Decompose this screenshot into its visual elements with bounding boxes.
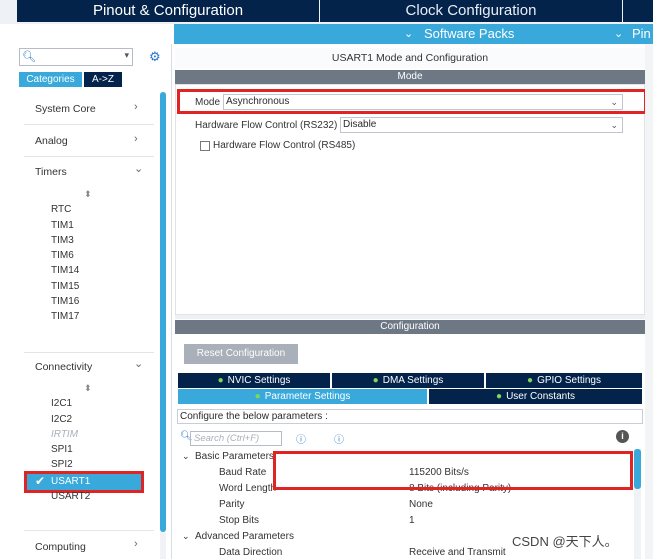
software-packs-label[interactable]: Software Packs <box>424 24 514 44</box>
watermark: CSDN @天下人。 <box>512 534 618 549</box>
hw-flow-rs485-checkbox[interactable] <box>200 141 210 151</box>
sidebar-scrollbar-thumb[interactable] <box>160 92 166 532</box>
search-icon: 🔍︎ <box>22 51 36 63</box>
tab-categories[interactable]: Categories <box>19 72 82 87</box>
param-name-word-length: Word Length <box>219 483 277 494</box>
check-circle-icon: ● <box>254 391 261 402</box>
param-name-baud-rate: Baud Rate <box>219 467 267 478</box>
gear-icon[interactable]: ⚙ <box>149 49 161 65</box>
highlight-box-baud-rate <box>273 451 633 490</box>
category-system-core[interactable]: System Core <box>35 103 96 115</box>
sort-icon[interactable]: ⬍ <box>84 189 92 200</box>
expand-all-icon[interactable]: ⓘ <box>296 431 306 446</box>
hw-flow-rs232-value: Disable <box>343 119 377 130</box>
list-item-tim3[interactable]: TIM3 <box>51 235 74 246</box>
list-item-tim6[interactable]: TIM6 <box>51 250 74 261</box>
tab-pinout-partial[interactable] <box>623 0 653 22</box>
basic-parameters-group[interactable]: Basic Parameters <box>195 451 274 462</box>
advanced-parameters-group[interactable]: Advanced Parameters <box>195 531 294 542</box>
hw-flow-rs232-label: Hardware Flow Control (RS232) <box>195 120 338 131</box>
param-name-data-direction: Data Direction <box>219 547 283 558</box>
param-value-parity[interactable]: None <box>409 499 433 510</box>
category-computing[interactable]: Computing <box>35 541 86 553</box>
pinout-menu-label[interactable]: Pin <box>632 24 651 44</box>
check-circle-icon: ● <box>527 375 534 386</box>
list-item-usart2[interactable]: USART2 <box>51 491 90 502</box>
page-title: USART1 Mode and Configuration <box>175 48 645 68</box>
chevron-down-icon: ⌄ <box>610 120 618 130</box>
chevron-right-icon[interactable]: › <box>134 101 138 113</box>
list-item-tim16[interactable]: TIM16 <box>51 296 79 307</box>
list-item-rtc[interactable]: RTC <box>51 204 71 215</box>
category-analog[interactable]: Analog <box>35 135 68 147</box>
list-item-i2c1[interactable]: I2C1 <box>51 398 72 409</box>
tab-label: User Constants <box>506 391 575 402</box>
check-circle-icon: ● <box>217 375 224 386</box>
list-item-irtim[interactable]: IRTIM <box>51 429 78 440</box>
list-item-i2c2[interactable]: I2C2 <box>51 414 72 425</box>
tab-pinout-configuration[interactable]: Pinout & Configuration <box>17 0 319 22</box>
list-item-spi2[interactable]: SPI2 <box>51 459 73 470</box>
tab-label: NVIC Settings <box>227 375 291 386</box>
divider <box>24 530 154 531</box>
mode-section-header: Mode <box>175 70 645 84</box>
divider <box>24 352 154 353</box>
chevron-down-icon: ⌄ <box>614 28 624 40</box>
tab-parameter-settings[interactable]: ● Parameter Settings <box>178 389 427 404</box>
list-item-tim14[interactable]: TIM14 <box>51 265 79 276</box>
configuration-section-header: Configuration <box>175 320 645 334</box>
tab-clock-configuration[interactable]: Clock Configuration <box>320 0 622 22</box>
software-packs-bar[interactable]: ⌄ Software Packs ⌄ Pin <box>174 24 653 44</box>
hw-flow-rs485-label: Hardware Flow Control (RS485) <box>213 140 356 151</box>
right-edge-panel <box>645 44 653 559</box>
highlight-box-usart1 <box>24 471 144 493</box>
tab-a-to-z[interactable]: A->Z <box>84 72 122 87</box>
divider <box>24 124 154 125</box>
collapse-all-icon[interactable]: ⓘ <box>334 431 344 446</box>
category-connectivity[interactable]: Connectivity <box>35 361 92 373</box>
divider <box>24 156 154 157</box>
chevron-down-icon: ⌄ <box>404 28 414 40</box>
chevron-down-icon[interactable]: ⌄ <box>134 357 143 370</box>
list-item-tim1[interactable]: TIM1 <box>51 220 74 231</box>
tab-label: Parameter Settings <box>264 391 351 402</box>
tab-label: GPIO Settings <box>537 375 601 386</box>
check-circle-icon: ● <box>496 391 503 402</box>
param-name-parity: Parity <box>219 499 245 510</box>
info-icon[interactable]: i <box>616 430 629 443</box>
list-item-tim15[interactable]: TIM15 <box>51 281 79 292</box>
check-circle-icon: ● <box>372 375 379 386</box>
tab-nvic-settings[interactable]: ● NVIC Settings <box>178 373 330 388</box>
param-name-stop-bits: Stop Bits <box>219 515 260 526</box>
chevron-right-icon[interactable]: › <box>134 133 138 145</box>
chevron-right-icon[interactable]: › <box>134 538 138 550</box>
chevron-down-icon[interactable]: ⌄ <box>134 162 143 175</box>
tab-label: DMA Settings <box>382 375 444 386</box>
component-search-input[interactable]: 🔍︎ ▾ <box>19 48 133 66</box>
hw-flow-rs232-select[interactable]: Disable ⌄ <box>340 117 623 133</box>
parameter-search-input[interactable]: Search (Ctrl+F) <box>190 431 282 446</box>
sort-icon[interactable]: ⬍ <box>84 383 92 394</box>
highlight-box-mode <box>177 89 647 114</box>
tab-dma-settings[interactable]: ● DMA Settings <box>332 373 484 388</box>
chevron-down-icon[interactable]: ⌄ <box>182 451 190 462</box>
divider <box>175 315 645 319</box>
parameters-scrollbar-thumb[interactable] <box>634 449 641 489</box>
category-timers[interactable]: Timers <box>35 166 67 178</box>
list-item-tim17[interactable]: TIM17 <box>51 311 79 322</box>
reset-configuration-button[interactable]: Reset Configuration <box>184 344 298 364</box>
param-value-stop-bits[interactable]: 1 <box>409 515 415 526</box>
chevron-down-icon[interactable]: ▾ <box>124 50 129 61</box>
tab-user-constants[interactable]: ● User Constants <box>429 389 642 404</box>
chevron-down-icon[interactable]: ⌄ <box>182 531 190 542</box>
tab-gpio-settings[interactable]: ● GPIO Settings <box>486 373 642 388</box>
param-value-data-direction[interactable]: Receive and Transmit <box>409 547 506 558</box>
configure-note: Configure the below parameters : <box>177 409 643 424</box>
list-item-spi1[interactable]: SPI1 <box>51 444 73 455</box>
